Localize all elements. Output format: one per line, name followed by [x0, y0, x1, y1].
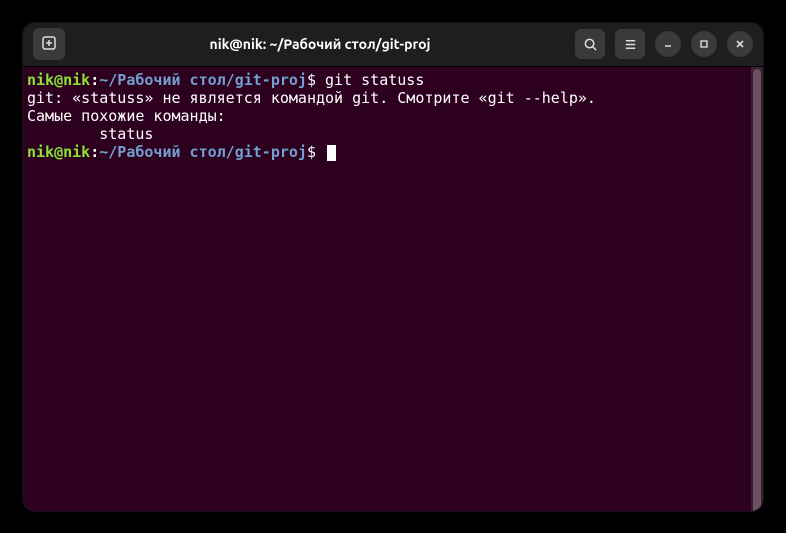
- prompt-user-host: nik@nik: [27, 143, 90, 161]
- hamburger-icon: [623, 37, 638, 52]
- prompt-user-host: nik@nik: [27, 71, 90, 89]
- search-button[interactable]: [575, 29, 605, 59]
- scrollbar[interactable]: [751, 67, 763, 511]
- prompt-line-1: nik@nik:~/Рабочий стол/git-proj$ git sta…: [27, 71, 747, 89]
- scrollbar-thumb[interactable]: [753, 69, 761, 511]
- maximize-icon: [698, 38, 710, 50]
- close-button[interactable]: [727, 31, 753, 57]
- terminal-content[interactable]: nik@nik:~/Рабочий стол/git-proj$ git sta…: [23, 67, 751, 511]
- new-tab-icon: [41, 35, 57, 54]
- cursor: [327, 145, 336, 161]
- prompt-path: ~/Рабочий стол/git-proj: [99, 71, 307, 89]
- new-tab-button[interactable]: [33, 28, 65, 60]
- minimize-icon: [662, 38, 674, 50]
- prompt-line-2: nik@nik:~/Рабочий стол/git-proj$: [27, 143, 747, 161]
- prompt-dollar: $: [307, 71, 316, 89]
- command-text: git statuss: [316, 71, 424, 89]
- prompt-colon: :: [90, 143, 99, 161]
- terminal-window: nik@nik: ~/Рабочий стол/git-proj: [23, 23, 763, 511]
- prompt-colon: :: [90, 71, 99, 89]
- titlebar: nik@nik: ~/Рабочий стол/git-proj: [23, 23, 763, 67]
- titlebar-left: [29, 28, 65, 60]
- minimize-button[interactable]: [655, 31, 681, 57]
- window-title: nik@nik: ~/Рабочий стол/git-proj: [65, 36, 575, 52]
- titlebar-right: [575, 29, 757, 59]
- prompt-path: ~/Рабочий стол/git-proj: [99, 143, 307, 161]
- search-icon: [583, 37, 598, 52]
- close-icon: [734, 38, 746, 50]
- output-line-2: Самые похожие команды:: [27, 107, 747, 125]
- prompt-dollar: $: [307, 143, 316, 161]
- terminal-body[interactable]: nik@nik:~/Рабочий стол/git-proj$ git sta…: [23, 67, 763, 511]
- menu-button[interactable]: [615, 29, 645, 59]
- command-empty: [316, 143, 325, 161]
- maximize-button[interactable]: [691, 31, 717, 57]
- output-line-1: git: «statuss» не является командой git.…: [27, 89, 747, 107]
- output-line-3: status: [27, 125, 747, 143]
